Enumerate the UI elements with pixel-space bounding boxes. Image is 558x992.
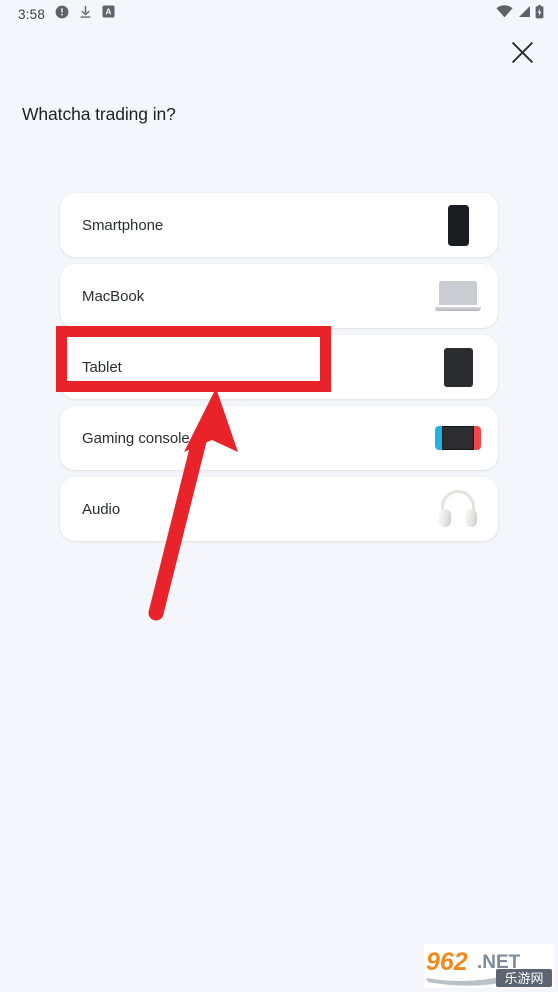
svg-text:A: A [106,7,112,17]
option-card-audio[interactable]: Audio [60,477,498,541]
status-bar-left: 3:58 A [18,5,115,24]
option-card-tablet[interactable]: Tablet [60,335,498,399]
option-label: Smartphone [82,216,164,234]
info-circle-icon [55,5,69,24]
option-card-macbook[interactable]: MacBook [60,264,498,328]
download-icon [79,5,92,24]
option-label: Audio [82,500,121,518]
wifi-icon [496,5,513,23]
option-label: Tablet [82,358,122,376]
option-card-smartphone[interactable]: Smartphone [60,193,498,257]
status-bar: 3:58 A [0,0,558,28]
watermark-cn: 乐游网 [504,972,543,987]
close-icon [511,41,534,69]
gaming-console-thumbnail [432,415,484,461]
boxed-a-icon: A [102,5,115,23]
close-button[interactable] [500,33,544,77]
option-card-gaming-console[interactable]: Gaming console [60,406,498,470]
battery-charging-icon [535,4,544,24]
smartphone-thumbnail [432,202,484,248]
option-label: MacBook [82,287,145,305]
page-title: Whatcha trading in? [22,104,176,124]
status-bar-right [496,4,544,24]
headphones-thumbnail [432,486,484,532]
option-label: Gaming console [82,429,190,447]
macbook-thumbnail [432,273,484,319]
watermark-number: 962 [426,948,468,976]
status-bar-clock: 3:58 [18,6,46,22]
cellular-signal-icon [517,5,531,23]
tablet-thumbnail [432,344,484,390]
watermark: 962 .NET 乐游网 [424,940,554,990]
trade-in-category-list: Smartphone MacBook Tablet Gaming console [60,193,498,548]
